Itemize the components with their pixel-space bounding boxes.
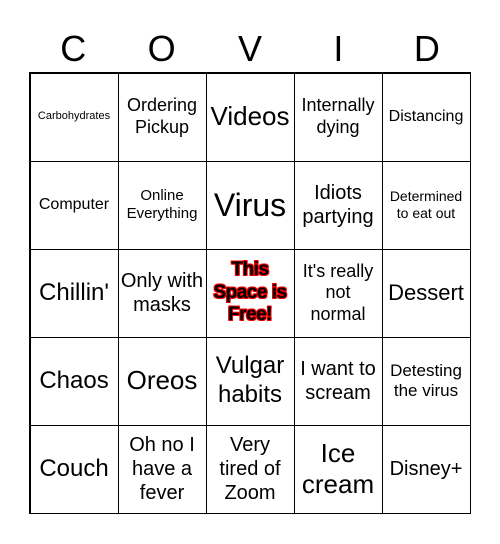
bingo-grid: Carbohydrates Ordering Pickup Videos Int…	[29, 72, 471, 514]
bingo-cell[interactable]: Distancing	[381, 72, 471, 162]
header-letter-v: V	[238, 28, 263, 69]
bingo-cell[interactable]: Detesting the virus	[381, 336, 471, 426]
free-space-cell[interactable]: This Space is Free!	[205, 248, 295, 338]
bingo-cell[interactable]: Very tired of Zoom	[205, 424, 295, 514]
bingo-cell[interactable]: Determined to eat out	[381, 160, 471, 250]
header-letter-d: D	[413, 28, 440, 69]
bingo-cell[interactable]: Chaos	[29, 336, 119, 426]
bingo-cell[interactable]: Disney+	[381, 424, 471, 514]
bingo-cell[interactable]: Idiots partying	[293, 160, 383, 250]
header-letter-c: C	[60, 28, 87, 69]
bingo-cell[interactable]: Internally dying	[293, 72, 383, 162]
bingo-cell[interactable]: Oreos	[117, 336, 207, 426]
bingo-cell[interactable]: Couch	[29, 424, 119, 514]
bingo-cell[interactable]: Ordering Pickup	[117, 72, 207, 162]
header-letter-i: I	[333, 28, 344, 69]
bingo-cell[interactable]: Online Everything	[117, 160, 207, 250]
bingo-cell[interactable]: Chillin'	[29, 248, 119, 338]
bingo-cell[interactable]: Computer	[29, 160, 119, 250]
bingo-cell[interactable]: Virus	[205, 160, 295, 250]
bingo-cell[interactable]: Vulgar habits	[205, 336, 295, 426]
bingo-cell[interactable]: I want to scream	[293, 336, 383, 426]
header-letter-o: O	[147, 28, 176, 69]
bingo-cell[interactable]: Oh no I have a fever	[117, 424, 207, 514]
bingo-cell[interactable]: Videos	[205, 72, 295, 162]
bingo-cell[interactable]: It's really not normal	[293, 248, 383, 338]
bingo-cell[interactable]: Ice cream	[293, 424, 383, 514]
bingo-cell[interactable]: Only with masks	[117, 248, 207, 338]
bingo-cell[interactable]: Carbohydrates	[29, 72, 119, 162]
bingo-cell[interactable]: Dessert	[381, 248, 471, 338]
bingo-header: C O V I D	[29, 26, 471, 72]
